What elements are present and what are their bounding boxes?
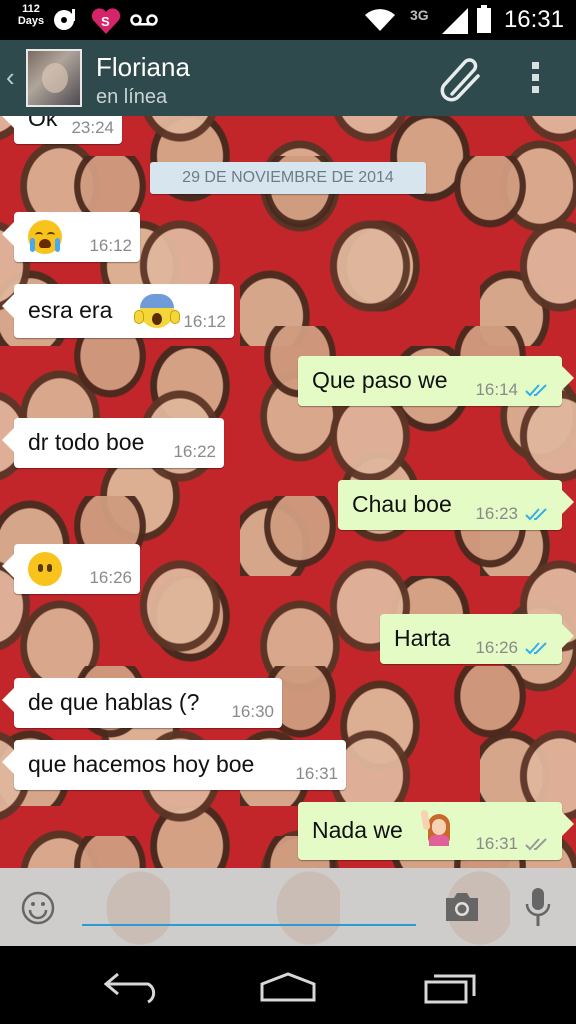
contact-status: en línea: [96, 86, 168, 108]
message-bubble-out[interactable]: Que paso we 16:14: [298, 356, 574, 406]
read-ticks-icon: [525, 642, 547, 655]
read-ticks-icon: [525, 384, 547, 397]
message-bubble-out[interactable]: Nada we 16:31: [298, 802, 574, 860]
message-text: Nada we: [312, 817, 403, 843]
message-bubble-in[interactable]: 16:26: [2, 544, 140, 594]
date-separator: 29 DE NOVIEMBRE DE 2014: [150, 162, 426, 194]
message-time: 23:24: [71, 118, 114, 137]
message-text: dr todo boe: [28, 429, 145, 455]
music-disc-icon: [54, 9, 75, 30]
voicemail-icon: [130, 14, 158, 26]
attach-paperclip-icon[interactable]: [438, 56, 486, 102]
chat-header: ‹ Floriana en línea: [0, 40, 576, 116]
message-bubble-in[interactable]: esra era 16:12: [2, 284, 234, 338]
message-bubble-in[interactable]: 16:12: [2, 212, 140, 262]
recent-apps-nav-icon[interactable]: [420, 970, 480, 1004]
battery-icon: [477, 5, 491, 33]
screaming-face-icon: [134, 294, 180, 328]
message-content: [28, 220, 62, 254]
svg-text:S: S: [101, 14, 110, 29]
contact-name[interactable]: Floriana: [96, 52, 190, 82]
message-bubble-in[interactable]: que hacemos hoy boe 16:31: [2, 740, 346, 790]
message-text: Harta: [394, 625, 451, 651]
heart-notification-icon: S: [91, 8, 121, 34]
message-bubble-in[interactable]: de que hablas (? 16:30: [2, 678, 282, 728]
message-input-bar: [0, 868, 576, 946]
message-time: 16:12: [183, 312, 226, 331]
message-time: 16:26: [89, 568, 132, 587]
days-number: 112: [22, 3, 40, 15]
message-bubble-in[interactable]: Ok 23:24: [2, 116, 122, 144]
read-ticks-icon: [525, 508, 547, 521]
message-time: 16:23: [475, 504, 518, 523]
message-time: 16:31: [475, 834, 518, 853]
emoji-smiley-icon[interactable]: [20, 890, 56, 926]
days-counter: 112 Days: [16, 3, 46, 27]
network-type: 3G: [410, 7, 429, 23]
contact-avatar[interactable]: [26, 49, 82, 107]
message-time: 16:26: [475, 638, 518, 657]
message-text: que hacemos hoy boe: [28, 751, 255, 777]
chat-area[interactable]: Ok 23:24 29 DE NOVIEMBRE DE 2014 16:12 e…: [0, 116, 576, 868]
message-time: 16:30: [231, 702, 274, 721]
status-bar: 112 Days S 3G 16:31: [0, 0, 576, 40]
message-text: esra era: [28, 297, 113, 323]
face-without-mouth-icon: [28, 552, 62, 586]
message-time: 16:14: [475, 380, 518, 399]
message-text: Que paso we: [312, 367, 448, 393]
message-time: 16:12: [89, 236, 132, 255]
microphone-icon[interactable]: [524, 886, 552, 928]
delivered-ticks-icon: [525, 838, 547, 851]
message-text: de que hablas (?: [28, 689, 200, 715]
message-bubble-in[interactable]: dr todo boe 16:22: [2, 418, 224, 468]
message-bubble-out[interactable]: Chau boe 16:23: [338, 480, 574, 530]
message-content: [28, 552, 62, 586]
signal-icon: [442, 8, 468, 34]
wifi-icon: [365, 9, 395, 31]
overflow-menu-icon[interactable]: [528, 62, 542, 96]
message-text: Ok: [28, 116, 58, 131]
camera-icon[interactable]: [442, 890, 482, 924]
system-nav-bar: [0, 946, 576, 1024]
days-label: Days: [17, 15, 45, 27]
back-nav-icon[interactable]: [98, 970, 158, 1004]
back-chevron-icon[interactable]: ‹: [6, 62, 15, 93]
crying-face-icon: [28, 220, 62, 254]
home-nav-icon[interactable]: [258, 970, 318, 1004]
message-text: Chau boe: [352, 491, 452, 517]
clock: 16:31: [503, 6, 564, 33]
message-bubble-out[interactable]: Harta 16:26: [380, 614, 574, 664]
message-time: 16:22: [173, 442, 216, 461]
message-time: 16:31: [295, 764, 338, 783]
message-input[interactable]: [82, 882, 416, 926]
woman-raising-hand-icon: [420, 809, 456, 846]
